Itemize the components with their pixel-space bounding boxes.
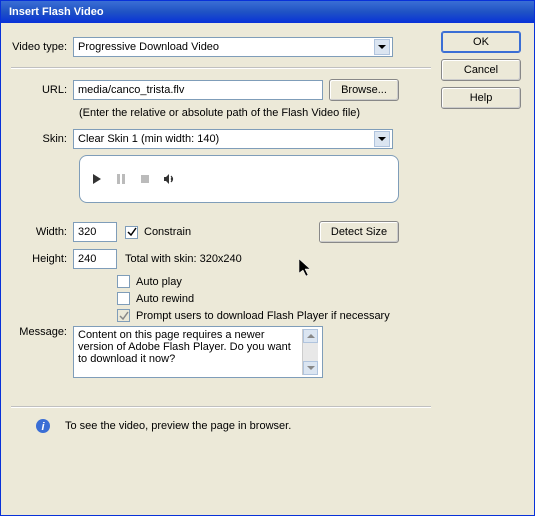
info-icon: i [35, 418, 51, 434]
detect-size-button[interactable]: Detect Size [319, 221, 399, 243]
help-button[interactable]: Help [441, 87, 521, 109]
divider [11, 67, 431, 69]
prompt-label: Prompt users to download Flash Player if… [136, 310, 390, 322]
autoplay-checkbox[interactable] [117, 275, 130, 288]
scroll-up-icon[interactable] [303, 329, 318, 343]
video-type-value: Progressive Download Video [78, 41, 219, 53]
divider [11, 406, 431, 408]
scroll-down-icon[interactable] [303, 361, 318, 375]
width-input[interactable] [73, 222, 117, 242]
autoplay-label: Auto play [136, 276, 182, 288]
skin-value: Clear Skin 1 (min width: 140) [78, 133, 219, 145]
height-input[interactable] [73, 249, 117, 269]
width-label: Width: [11, 226, 73, 238]
url-label: URL: [11, 84, 73, 96]
volume-icon[interactable] [162, 172, 176, 186]
browse-button[interactable]: Browse... [329, 79, 399, 101]
skin-label: Skin: [11, 133, 73, 145]
stop-icon[interactable] [138, 172, 152, 186]
chevron-down-icon[interactable] [374, 39, 390, 55]
info-text: To see the video, preview the page in br… [65, 420, 291, 432]
ok-button[interactable]: OK [441, 31, 521, 53]
autorewind-label: Auto rewind [136, 293, 194, 305]
constrain-checkbox[interactable] [125, 226, 138, 239]
message-label: Message: [11, 326, 73, 338]
autorewind-checkbox[interactable] [117, 292, 130, 305]
window-title: Insert Flash Video [9, 6, 104, 18]
skin-preview [79, 155, 399, 203]
message-textarea[interactable]: Content on this page requires a newer ve… [73, 326, 323, 378]
cancel-button[interactable]: Cancel [441, 59, 521, 81]
scrollbar[interactable] [302, 329, 318, 375]
url-input[interactable] [73, 80, 323, 100]
video-type-label: Video type: [11, 41, 73, 53]
height-label: Height: [11, 253, 73, 265]
dialog-window: Insert Flash Video Video type: Progressi… [0, 0, 535, 516]
play-icon[interactable] [90, 172, 104, 186]
video-type-select[interactable]: Progressive Download Video [73, 37, 393, 57]
chevron-down-icon[interactable] [374, 131, 390, 147]
message-text: Content on this page requires a newer ve… [78, 329, 302, 375]
skin-select[interactable]: Clear Skin 1 (min width: 140) [73, 129, 393, 149]
pause-icon[interactable] [114, 172, 128, 186]
titlebar: Insert Flash Video [1, 1, 534, 23]
prompt-checkbox[interactable] [117, 309, 130, 322]
total-skin-text: Total with skin: 320x240 [125, 253, 242, 265]
constrain-label: Constrain [144, 226, 191, 238]
url-hint: (Enter the relative or absolute path of … [11, 107, 431, 119]
